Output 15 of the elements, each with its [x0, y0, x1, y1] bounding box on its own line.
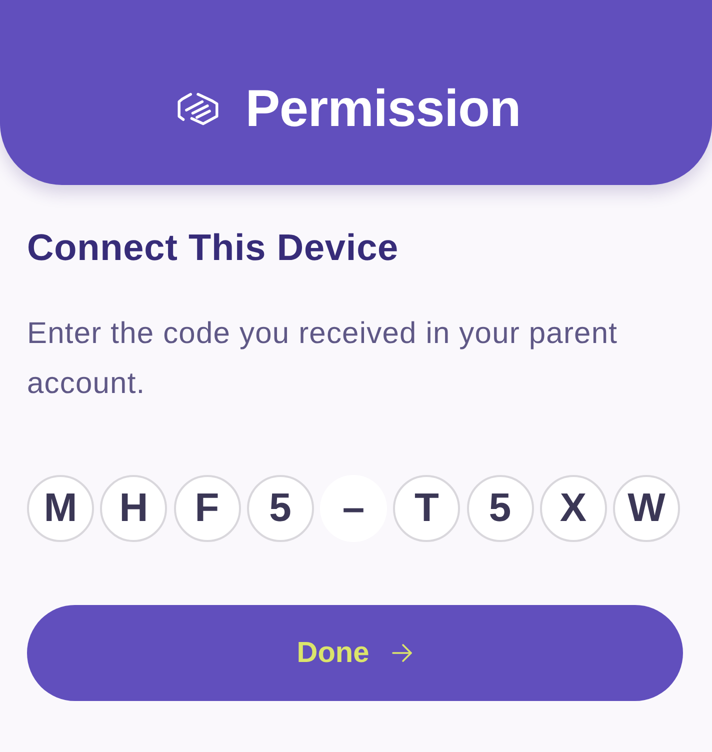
code-character: X [540, 475, 607, 542]
code-character: F [174, 475, 240, 542]
code-character: W [613, 475, 680, 542]
logo-icon [177, 90, 220, 126]
code-separator: – [320, 475, 387, 542]
instructions-text: Enter the code you received in your parent account. [27, 316, 619, 402]
page-heading: Connect This Device [27, 227, 400, 269]
code-character: M [27, 475, 94, 542]
code-character: T [393, 475, 460, 542]
arrow-right-icon [391, 643, 414, 663]
app-title: Permission [245, 82, 521, 134]
done-button[interactable]: Done [27, 605, 683, 701]
code-character: H [100, 475, 168, 542]
code-character: 5 [466, 475, 534, 542]
code-character: 5 [246, 475, 314, 542]
